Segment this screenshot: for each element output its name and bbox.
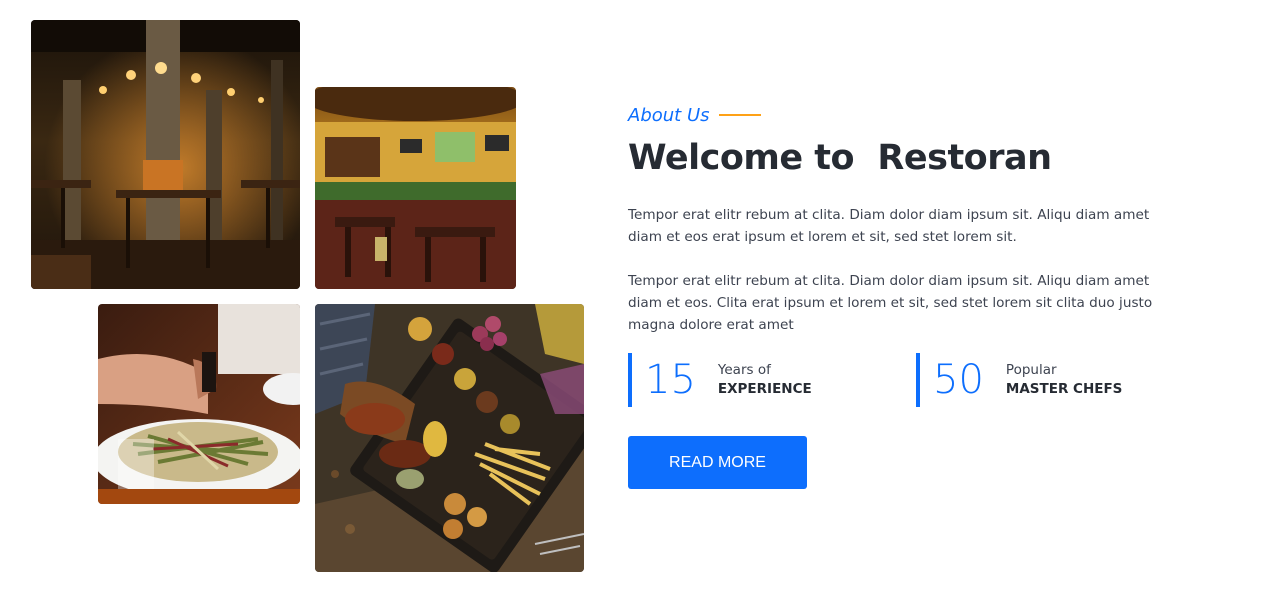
stat-label: Popular MASTER CHEFS (1006, 361, 1123, 399)
food-platter-image (315, 304, 584, 572)
stat-accent-bar (628, 353, 632, 407)
stat-label-small: Popular (1005, 362, 1057, 378)
about-section: About Us Welcome to Restoran Tempor erat… (628, 100, 1188, 336)
page-title: Welcome to Restoran (628, 138, 1052, 178)
eyebrow-line-divider (718, 114, 761, 116)
stat-label-small: Years of (717, 362, 771, 378)
about-paragraph-1: Tempor erat elitr rebum at clita. Diam d… (628, 207, 1150, 245)
about-paragraph-2: Tempor erat elitr rebum at clita. Diam d… (628, 273, 1153, 333)
restaurant-interior-bar-image (315, 87, 516, 289)
stats-row: 15 Years of EXPERIENCE 50 Popular MASTER… (628, 353, 1188, 407)
read-more-button[interactable]: READ MORE (628, 436, 807, 489)
stat-label-big: MASTER CHEFS (1005, 381, 1123, 397)
stat-accent-bar (916, 353, 920, 407)
stat-label-big: EXPERIENCE (717, 381, 812, 397)
stat-experience: 15 Years of EXPERIENCE (628, 353, 812, 407)
restaurant-interior-dark-image (31, 20, 300, 289)
section-eyebrow: About Us (628, 100, 1188, 130)
stat-number: 50 (933, 357, 984, 403)
stat-chefs: 50 Popular MASTER CHEFS (916, 353, 1122, 407)
stat-number: 15 (645, 357, 696, 403)
stat-label: Years of EXPERIENCE (718, 361, 812, 399)
salad-dish-image (98, 304, 300, 504)
eyebrow-label: About Us (628, 104, 710, 126)
